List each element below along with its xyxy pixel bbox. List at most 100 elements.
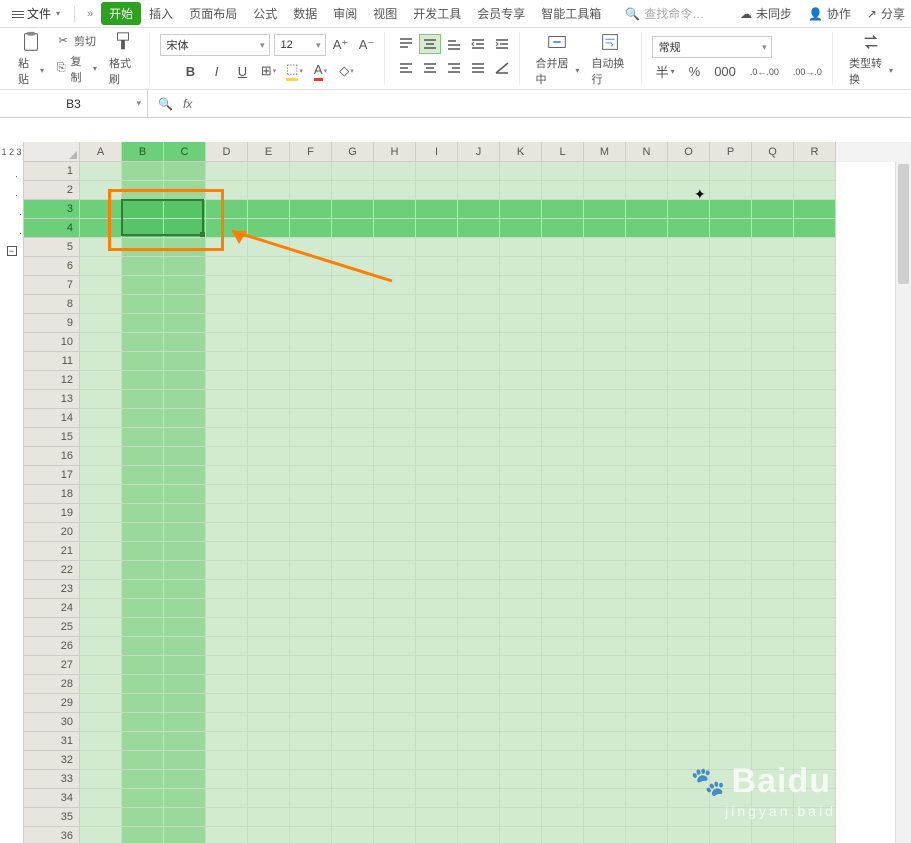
cell[interactable] [248,352,290,371]
cell[interactable] [626,808,668,827]
cell[interactable] [122,808,164,827]
cell[interactable] [206,333,248,352]
cell[interactable] [752,523,794,542]
cell[interactable] [584,713,626,732]
cell[interactable] [626,542,668,561]
cell[interactable] [122,618,164,637]
cell[interactable] [710,751,752,770]
cell[interactable] [458,447,500,466]
row-header[interactable]: 22 [24,561,80,580]
cell[interactable] [458,276,500,295]
cell[interactable] [416,713,458,732]
cell[interactable] [164,618,206,637]
cell[interactable] [794,485,836,504]
cell[interactable] [416,618,458,637]
cell[interactable] [416,447,458,466]
cell[interactable] [458,751,500,770]
cell[interactable] [164,542,206,561]
cell[interactable] [374,276,416,295]
cell[interactable] [668,504,710,523]
cell[interactable] [248,504,290,523]
cell[interactable] [752,466,794,485]
cell[interactable] [710,409,752,428]
cell[interactable] [122,542,164,561]
cell[interactable] [80,561,122,580]
cell[interactable] [626,713,668,732]
cell[interactable] [752,770,794,789]
row-header[interactable]: 4 [24,219,80,238]
cell[interactable] [500,219,542,238]
cell[interactable] [206,542,248,561]
cell[interactable] [80,238,122,257]
cell[interactable] [248,238,290,257]
cell[interactable] [374,295,416,314]
border-button[interactable]: ⊞ [258,60,280,82]
cell[interactable] [248,618,290,637]
cell[interactable] [458,808,500,827]
cell[interactable] [332,276,374,295]
name-box[interactable]: B3 [0,90,148,117]
cell[interactable] [332,789,374,808]
cell[interactable] [80,428,122,447]
cell[interactable] [668,542,710,561]
cell[interactable] [500,618,542,637]
cell[interactable] [374,827,416,843]
cell[interactable] [584,656,626,675]
cell[interactable] [416,219,458,238]
cell[interactable] [206,789,248,808]
cell[interactable] [248,390,290,409]
cell[interactable] [542,181,584,200]
cell[interactable] [248,542,290,561]
cell[interactable] [374,751,416,770]
cell[interactable] [542,770,584,789]
cell[interactable] [710,713,752,732]
cell[interactable] [752,504,794,523]
cell[interactable] [374,542,416,561]
cell[interactable] [626,523,668,542]
cell[interactable] [584,675,626,694]
cell[interactable] [458,314,500,333]
cell[interactable] [374,618,416,637]
cell[interactable] [290,428,332,447]
row-header[interactable]: 31 [24,732,80,751]
cell[interactable] [794,732,836,751]
cell[interactable] [668,295,710,314]
cell[interactable] [332,675,374,694]
cell[interactable] [164,352,206,371]
cell[interactable] [584,827,626,843]
cell[interactable] [710,181,752,200]
cell[interactable] [626,694,668,713]
cell[interactable] [164,808,206,827]
cell[interactable] [584,770,626,789]
cell[interactable] [374,694,416,713]
cell[interactable] [248,656,290,675]
font-size-select[interactable]: 12 [274,34,326,56]
cell[interactable] [374,181,416,200]
cell[interactable] [542,542,584,561]
row-header[interactable]: 16 [24,447,80,466]
cell[interactable] [290,713,332,732]
cell[interactable] [122,751,164,770]
row-header[interactable]: 26 [24,637,80,656]
font-color-button[interactable]: A [310,60,332,82]
cell[interactable] [332,694,374,713]
increase-font-button[interactable]: A⁺ [330,34,352,56]
cell[interactable] [164,694,206,713]
cell[interactable] [164,637,206,656]
cell[interactable] [584,200,626,219]
column-header[interactable]: E [248,142,290,162]
cell[interactable] [122,314,164,333]
cell[interactable] [542,219,584,238]
cell[interactable] [374,561,416,580]
cell[interactable] [248,485,290,504]
cell[interactable] [710,675,752,694]
cell[interactable] [794,314,836,333]
align-right-button[interactable] [443,58,465,78]
cell[interactable] [80,352,122,371]
font-name-select[interactable]: 宋体 [160,34,270,56]
cell[interactable] [710,732,752,751]
cell[interactable] [80,637,122,656]
cell[interactable] [416,808,458,827]
cell[interactable] [668,219,710,238]
cell[interactable] [752,428,794,447]
